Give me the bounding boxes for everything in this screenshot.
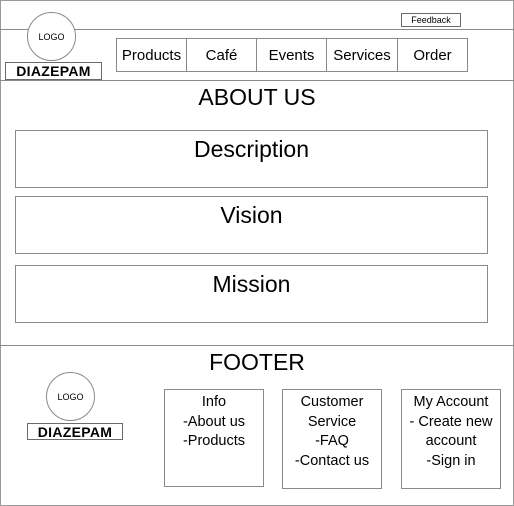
description-title: Description [193,136,310,162]
header-logo[interactable]: LOGO [27,12,76,61]
footer-brand: DIAZEPAM [27,423,123,440]
feedback-button[interactable]: Feedback [401,13,461,27]
header-brand: DIAZEPAM [5,62,102,80]
footer-logo-text: LOGO [57,391,84,402]
footer-logo[interactable]: LOGO [46,372,95,421]
faq-link[interactable]: -FAQ [315,432,349,452]
header-top-divider [0,29,514,30]
nav-cafe[interactable]: Café [186,38,257,72]
footer-divider [0,345,514,346]
sign-in-link[interactable]: -Sign in [426,452,475,472]
products-link[interactable]: -Products [183,432,245,452]
contact-us-link[interactable]: -Contact us [295,452,369,472]
vision-title: Vision [220,202,283,228]
create-account-link[interactable]: - Create new [409,413,492,433]
main-nav: Products Café Events Services Order [116,38,468,72]
footer-customer-service-column: Customer Service -FAQ -Contact us [282,389,382,489]
footer-my-account-column: My Account - Create new account -Sign in [401,389,501,489]
mission-section: Mission [15,265,488,323]
nav-events[interactable]: Events [256,38,327,72]
customer-service-heading: Customer [300,394,364,410]
footer-info-column: Info -About us -Products [164,389,264,487]
logo-text: LOGO [38,31,65,42]
description-section: Description [15,130,488,188]
vision-section: Vision [15,196,488,254]
page-title: ABOUT US [198,84,316,110]
nav-products[interactable]: Products [116,38,187,72]
about-us-link[interactable]: -About us [183,413,245,433]
info-heading: Info [201,394,227,410]
header-bottom-divider [0,80,514,81]
customer-service-heading-line2: Service [307,413,357,430]
nav-order[interactable]: Order [397,38,468,72]
mission-title: Mission [212,271,291,297]
create-account-link-line2[interactable]: account [426,432,477,452]
nav-services[interactable]: Services [326,38,398,72]
my-account-heading: My Account [413,394,489,410]
